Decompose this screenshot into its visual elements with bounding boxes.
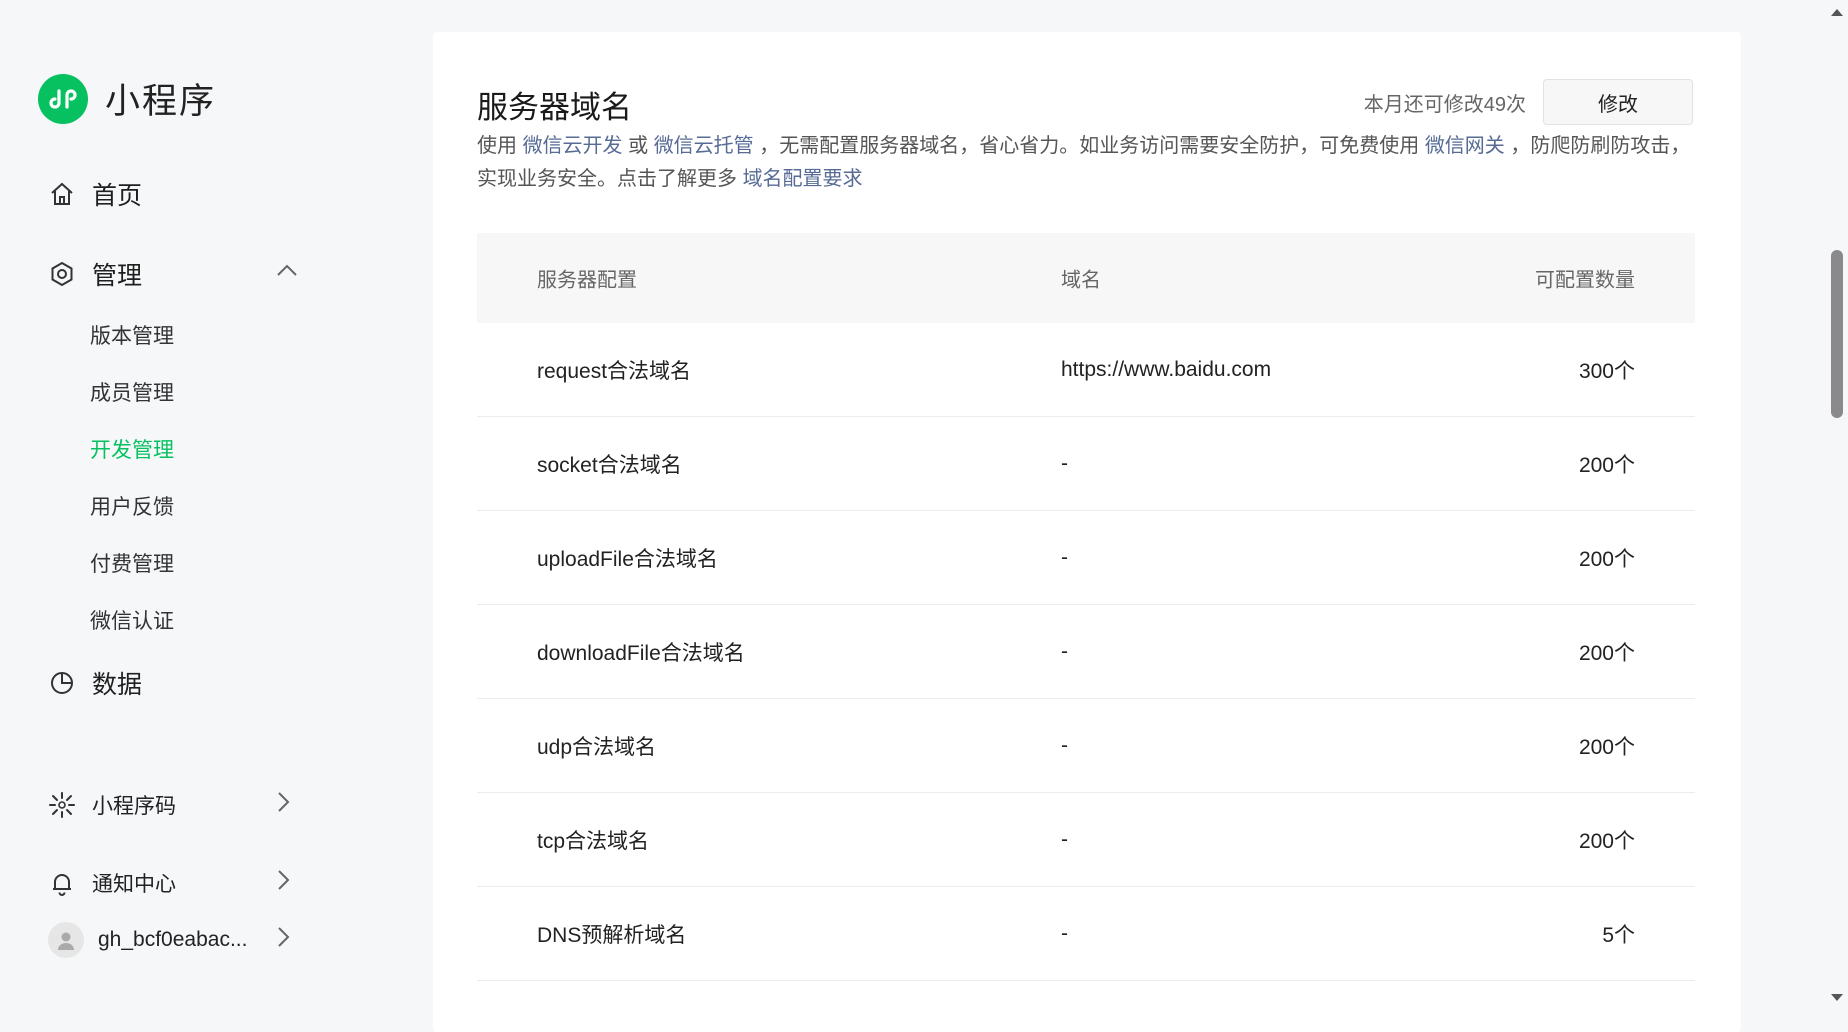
sidebar-item-certification[interactable]: 微信认证 [90,605,174,635]
brand[interactable]: 小程序 [38,73,216,124]
home-icon [48,180,76,208]
cell-config: udp合法域名 [537,735,657,759]
table-row: socket合法域名 - 200个 [477,417,1695,511]
cell-config: downloadFile合法域名 [537,641,745,665]
qrcode-icon [48,791,76,819]
nav-notice-label: 通知中心 [92,873,176,896]
domain-table: 服务器配置 域名 可配置数量 request合法域名 https://www.b… [477,233,1695,981]
cell-domain: https://www.baidu.com [1061,357,1272,381]
cell-config: request合法域名 [537,359,692,383]
nav-manage[interactable]: 管理 [48,256,142,292]
sidebar-item-payment[interactable]: 付费管理 [90,548,174,578]
table-row: downloadFile合法域名 - 200个 [477,605,1695,699]
sidebar-item-members[interactable]: 成员管理 [90,377,174,407]
brand-title: 小程序 [105,82,217,121]
scroll-up-arrow-icon[interactable] [1831,9,1843,16]
cell-count: 200个 [1578,735,1635,759]
quota-text: 本月还可修改49次 [1363,94,1526,116]
nav-qrcode[interactable]: 小程序码 [48,790,290,820]
desc-text: 使用 [477,135,523,157]
table-header: 服务器配置 域名 可配置数量 [477,233,1695,323]
sidebar-item-version[interactable]: 版本管理 [90,320,174,350]
cell-count: 200个 [1578,547,1635,571]
cell-domain: - [1061,545,1068,569]
cell-domain: - [1061,827,1068,851]
account-name: gh_bcf0eabac... [98,928,248,951]
table-row: request合法域名 https://www.baidu.com 300个 [477,323,1695,417]
cell-count: 300个 [1578,359,1635,383]
table-row: uploadFile合法域名 - 200个 [477,511,1695,605]
chevron-right-icon [276,869,290,897]
edit-button[interactable]: 修改 [1543,79,1693,125]
cell-domain: - [1061,451,1068,475]
desc-text: ，无需配置服务器域名，省心省力。如业务访问需要安全防护，可免费使用 [753,135,1425,157]
sidebar: 小程序 首页 管理 版本管理 成员管理 开发管理 用户反馈 付费管理 微信认证 … [0,0,430,1011]
link-cloud-dev[interactable]: 微信云开发 [523,135,623,157]
nav-qrcode-label: 小程序码 [92,795,176,818]
cell-count: 200个 [1578,641,1635,665]
cell-count: 5个 [1602,923,1635,947]
cell-count: 200个 [1578,453,1635,477]
table-row: tcp合法域名 - 200个 [477,793,1695,887]
settings-icon [48,260,76,288]
scrollbar-thumb[interactable] [1831,250,1843,418]
description: 使用 微信云开发 或 微信云托管 ，无需配置服务器域名，省心省力。如业务访问需要… [477,130,1699,196]
miniprogram-logo-icon [38,73,88,124]
sidebar-item-feedback[interactable]: 用户反馈 [90,491,174,521]
chevron-up-icon[interactable] [276,263,298,282]
nav-home-label: 首页 [92,182,143,210]
link-domain-requirements[interactable]: 域名配置要求 [743,168,863,190]
table-row: udp合法域名 - 200个 [477,699,1695,793]
nav-home[interactable]: 首页 [48,176,142,212]
chevron-right-icon [276,791,290,819]
cell-config: uploadFile合法域名 [537,547,718,571]
cell-domain: - [1061,639,1068,663]
column-header-config: 服务器配置 [537,269,637,292]
cell-domain: - [1061,921,1068,945]
nav-data-label: 数据 [92,671,143,699]
column-header-domain: 域名 [1061,269,1101,292]
desc-text: 或 [622,135,654,157]
bell-icon [48,869,76,897]
column-header-count: 可配置数量 [1535,269,1635,292]
cell-config: socket合法域名 [537,453,682,477]
cell-domain: - [1061,733,1068,757]
link-cloud-hosting[interactable]: 微信云托管 [654,135,754,157]
pie-chart-icon [48,669,76,697]
cell-config: DNS预解析域名 [537,923,687,947]
chevron-right-icon [276,926,290,954]
table-row: DNS预解析域名 - 5个 [477,887,1695,981]
server-domain-card: 服务器域名 本月还可修改49次 修改 使用 微信云开发 或 微信云托管 ，无需配… [433,32,1741,1032]
link-wechat-gateway[interactable]: 微信网关 [1425,135,1505,157]
page-title: 服务器域名 [477,90,632,125]
account-menu[interactable]: gh_bcf0eabac... [48,922,290,958]
cell-config: tcp合法域名 [537,829,650,853]
scrollbar[interactable] [1826,0,1848,1011]
avatar [48,922,84,958]
nav-notice[interactable]: 通知中心 [48,868,290,898]
cell-count: 200个 [1578,829,1635,853]
nav-data[interactable]: 数据 [48,665,142,701]
nav-manage-label: 管理 [92,262,143,290]
scroll-down-arrow-icon[interactable] [1831,994,1843,1001]
sidebar-item-development[interactable]: 开发管理 [90,434,174,464]
